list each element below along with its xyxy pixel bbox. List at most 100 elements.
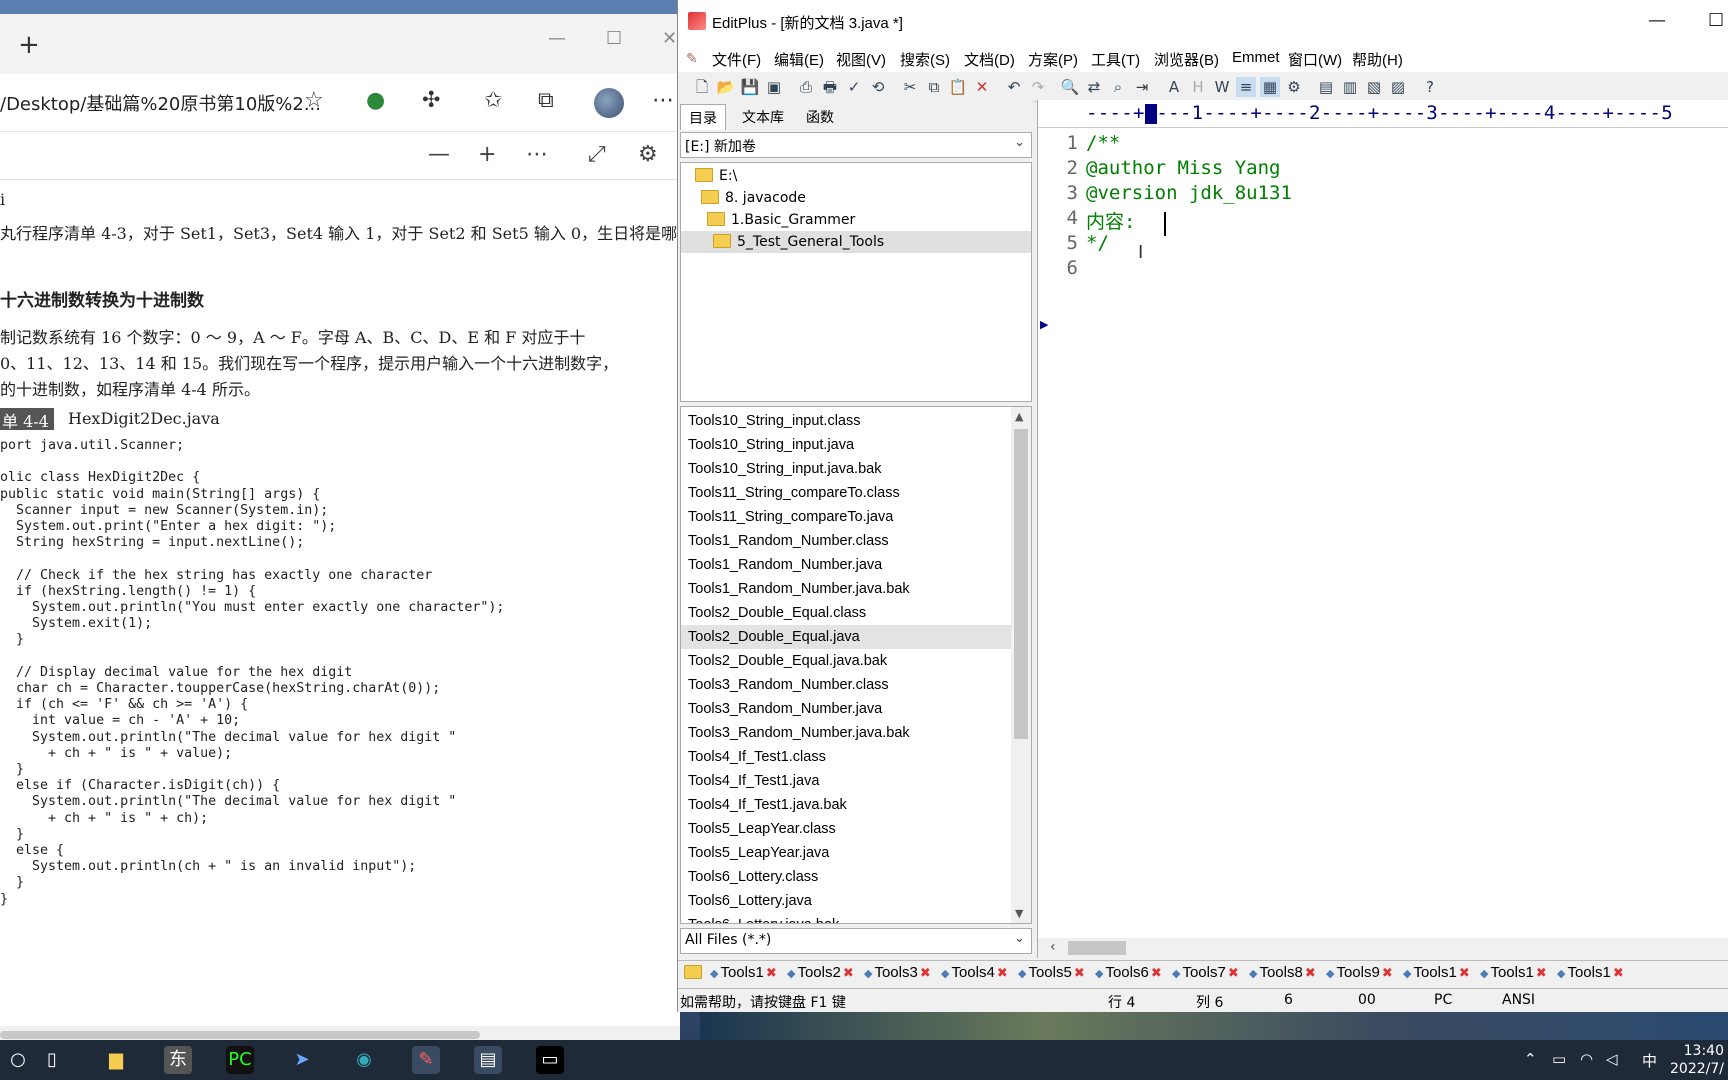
tree-node[interactable]: 1.Basic_Grammer xyxy=(707,209,855,231)
document-tab[interactable]: ◆ Tools1 ✖ xyxy=(710,964,777,981)
clock[interactable]: 13:40 2022/7/ xyxy=(1670,1042,1724,1078)
copy-icon[interactable]: ⧉ xyxy=(924,77,944,97)
document-tab[interactable]: ◆ Tools8 ✖ xyxy=(1249,964,1316,981)
zoom-in-icon[interactable]: + xyxy=(478,142,496,167)
zoom-out-icon[interactable]: — xyxy=(428,142,450,167)
menu-project[interactable]: 方案(P) xyxy=(1028,49,1078,70)
file-list-item[interactable]: Tools2_Double_Equal.java xyxy=(681,625,1011,649)
tab-close-icon[interactable]: ✖ xyxy=(1459,965,1470,980)
code-line[interactable]: */ xyxy=(1086,232,1109,254)
file-list-item[interactable]: Tools10_String_input.class xyxy=(681,409,1011,433)
file-list-item[interactable]: Tools3_Random_Number.class xyxy=(681,673,1011,697)
goto-line-icon[interactable]: ⇥ xyxy=(1132,77,1152,97)
feishu-icon[interactable]: ➤ xyxy=(288,1046,316,1074)
battery-icon[interactable]: ▭ xyxy=(1552,1050,1566,1068)
fit-page-icon[interactable]: ⤢ xyxy=(588,142,606,167)
file-list-item[interactable]: Tools10_String_input.java.bak xyxy=(681,457,1011,481)
document-tab[interactable]: ◆ Tools3 ✖ xyxy=(864,964,931,981)
add-favorite-icon[interactable]: ☆ xyxy=(304,88,324,113)
file-list-item[interactable]: Tools11_String_compareTo.java xyxy=(681,505,1011,529)
cut-icon[interactable]: ✂ xyxy=(900,77,920,97)
file-list-item[interactable]: Tools2_Double_Equal.class xyxy=(681,601,1011,625)
code-line[interactable]: @version jdk_8u131 xyxy=(1086,182,1292,204)
document-tab[interactable]: ◆ Tools6 ✖ xyxy=(1095,964,1162,981)
ime-indicator[interactable]: 中 xyxy=(1642,1050,1657,1071)
file-explorer-icon[interactable]: ▆ xyxy=(102,1046,130,1074)
extensions-icon[interactable]: ✣ xyxy=(422,88,440,113)
tab-close-icon[interactable]: ✖ xyxy=(1382,965,1393,980)
file-list-item[interactable]: Tools1_Random_Number.java.bak xyxy=(681,577,1011,601)
ruler-icon[interactable]: ▦ xyxy=(1260,77,1280,97)
favorites-icon[interactable]: ✩ xyxy=(484,88,502,113)
tab-close-icon[interactable]: ✖ xyxy=(843,965,854,980)
file-list-item[interactable]: Tools4_If_Test1.java.bak xyxy=(681,793,1011,817)
file-list-item[interactable]: Tools1_Random_Number.java xyxy=(681,553,1011,577)
menu-window[interactable]: 窗口(W) xyxy=(1288,49,1342,70)
find-in-files-icon[interactable]: ⌕ xyxy=(1108,77,1128,97)
editor-pane[interactable]: ----+----1----+----2----+----3----+----4… xyxy=(1037,100,1728,958)
code-line[interactable]: /** xyxy=(1086,132,1120,154)
line-number-icon[interactable]: ≡ xyxy=(1236,77,1256,97)
minimize-icon[interactable]: — xyxy=(1648,10,1666,31)
browser-view-icon[interactable]: ⟲ xyxy=(868,77,888,97)
scroll-left-icon[interactable]: ‹ xyxy=(1050,939,1056,955)
tab-directory[interactable]: 目录 xyxy=(680,104,726,130)
save-all-icon[interactable]: ▣ xyxy=(764,77,784,97)
file-list-item[interactable]: Tools4_If_Test1.java xyxy=(681,769,1011,793)
document-tab[interactable]: ◆ Tools4 ✖ xyxy=(941,964,1008,981)
menu-search[interactable]: 搜索(S) xyxy=(900,49,950,70)
close-icon[interactable]: ✕ xyxy=(662,28,677,49)
scrollbar-thumb[interactable] xyxy=(1068,941,1126,955)
output-window-icon[interactable]: ▧ xyxy=(1364,77,1384,97)
minimize-icon[interactable]: — xyxy=(548,28,566,49)
task-view-icon[interactable]: ▯ xyxy=(38,1046,66,1074)
file-list-item[interactable]: Tools11_String_compareTo.class xyxy=(681,481,1011,505)
drive-select[interactable]: [E:] 新加卷 ⌄ xyxy=(680,132,1032,158)
undo-icon[interactable]: ↶ xyxy=(1004,77,1024,97)
pycharm-icon[interactable]: PC xyxy=(226,1046,254,1074)
menu-document[interactable]: 文档(D) xyxy=(964,49,1015,70)
redo-icon[interactable]: ↷ xyxy=(1028,77,1048,97)
find-icon[interactable]: 🔍 xyxy=(1060,77,1080,97)
file-list-item[interactable]: Tools3_Random_Number.java xyxy=(681,697,1011,721)
terminal-icon[interactable]: ▭ xyxy=(536,1046,564,1074)
menu-tools[interactable]: 工具(T) xyxy=(1091,49,1140,70)
new-file-icon[interactable]: 🗋 xyxy=(692,77,712,97)
tab-close-icon[interactable]: ✖ xyxy=(1613,965,1624,980)
menu-file[interactable]: 文件(F) xyxy=(712,49,761,70)
delete-icon[interactable]: ✕ xyxy=(972,77,992,97)
code-line[interactable]: @author Miss Yang xyxy=(1086,157,1280,179)
preferences-gear-icon[interactable]: ⚙ xyxy=(1284,77,1304,97)
app-window-icon[interactable]: ▤ xyxy=(474,1046,502,1074)
tab-close-icon[interactable]: ✖ xyxy=(997,965,1008,980)
file-list-item[interactable]: Tools4_If_Test1.class xyxy=(681,745,1011,769)
file-filter-select[interactable]: All Files (*.*) ⌄ xyxy=(680,928,1032,954)
cliptext-window-icon[interactable]: ▤ xyxy=(1316,77,1336,97)
directory-window-icon[interactable]: ▥ xyxy=(1340,77,1360,97)
editplus-taskbar-icon[interactable]: ✎ xyxy=(412,1046,440,1074)
file-list-item[interactable]: Tools6_Lottery.class xyxy=(681,865,1011,889)
save-icon[interactable]: 💾 xyxy=(740,77,760,97)
document-tab[interactable]: ◆ Tools2 ✖ xyxy=(787,964,854,981)
font-icon[interactable]: A xyxy=(1164,77,1184,97)
tab-close-icon[interactable]: ✖ xyxy=(1151,965,1162,980)
edge-icon[interactable]: ◉ xyxy=(350,1046,378,1074)
file-list-item[interactable]: Tools10_String_input.java xyxy=(681,433,1011,457)
hex-view-icon[interactable]: H xyxy=(1188,77,1208,97)
file-list-item[interactable]: Tools6_Lottery.java xyxy=(681,889,1011,913)
more-menu-icon[interactable]: ⋯ xyxy=(652,88,674,113)
print-preview-icon[interactable]: ⎙ xyxy=(796,77,816,97)
profile-avatar[interactable] xyxy=(594,88,624,118)
app-dong-icon[interactable]: 东 xyxy=(164,1046,192,1074)
volume-icon[interactable]: ◁ xyxy=(1606,1050,1618,1068)
print-icon[interactable]: 🖶 xyxy=(820,77,840,97)
document-tab[interactable]: ◆ Tools1 ✖ xyxy=(1480,964,1547,981)
replace-icon[interactable]: ⇄ xyxy=(1084,77,1104,97)
menu-edit[interactable]: 编辑(E) xyxy=(774,49,824,70)
tab-close-icon[interactable]: ✖ xyxy=(1074,965,1085,980)
tab-close-icon[interactable]: ✖ xyxy=(1305,965,1316,980)
menu-emmet[interactable]: Emmet xyxy=(1232,49,1280,66)
word-wrap-icon[interactable]: W xyxy=(1212,77,1232,97)
document-tab[interactable]: ◆ Tools5 ✖ xyxy=(1018,964,1085,981)
maximize-icon[interactable]: ☐ xyxy=(1708,10,1724,31)
